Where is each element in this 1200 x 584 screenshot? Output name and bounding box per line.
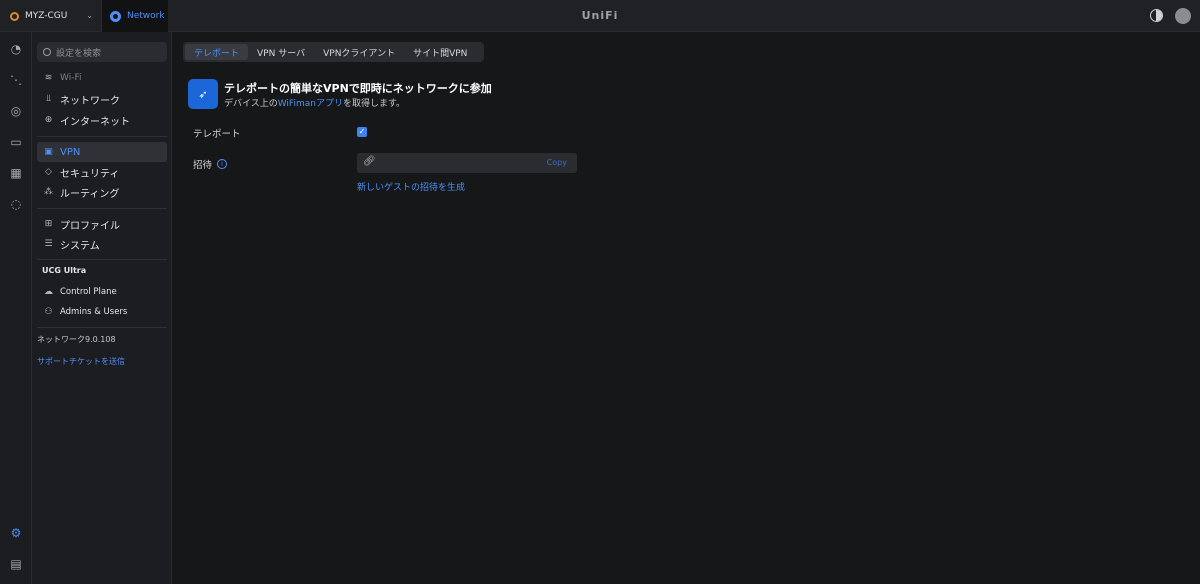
vpn-tabs: テレポート VPN サーバ VPNクライアント サイト間VPN xyxy=(183,42,484,62)
search-input[interactable]: 設定を検索 xyxy=(37,42,167,62)
sidebar-item-label: Control Plane xyxy=(60,287,117,297)
sidebar-item-wifi[interactable]: ≋ Wi-Fi xyxy=(37,68,167,88)
sidebar-item-networks[interactable]: ⫫ ネットワーク xyxy=(37,89,167,109)
profiles-icon: ⊞ xyxy=(44,219,53,229)
shield-icon: ◇ xyxy=(45,167,52,177)
settings-sidebar: 設定を検索 ≋ Wi-Fi ⫫ ネットワーク ⊕ インターネット ▣ VPN ◇… xyxy=(32,32,172,584)
sidebar-item-profiles[interactable]: ⊞ プロファイル xyxy=(37,214,167,234)
routing-icon: ⁂ xyxy=(44,187,53,197)
avatar[interactable] xyxy=(1175,8,1191,24)
alerts-icon[interactable]: ◌ xyxy=(9,197,23,211)
hero-sub-suffix: を取得します。 xyxy=(342,99,406,109)
tab-vpn-server[interactable]: VPN サーバ xyxy=(248,44,314,60)
brand-logo: UniFi xyxy=(581,9,619,22)
insights-icon[interactable]: ▦ xyxy=(9,166,23,180)
divider xyxy=(37,208,167,209)
tab-vpn-client[interactable]: VPNクライアント xyxy=(314,44,404,60)
hero-subtitle: デバイス上のWiFimanアプリを取得します。 xyxy=(224,96,405,109)
sidebar-item-label: VPN xyxy=(60,146,81,158)
invite-link-field[interactable]: 🔗︎ Copy xyxy=(357,153,577,173)
vpn-icon: ▣ xyxy=(44,147,53,157)
users-icon: ⚇ xyxy=(44,307,53,317)
teleport-icon: ➶ xyxy=(188,79,218,109)
sidebar-item-vpn[interactable]: ▣ VPN xyxy=(37,142,167,162)
tab-teleport[interactable]: テレポート xyxy=(185,44,249,60)
top-bar: MYZ-CGU ⌄ Network UniFi xyxy=(0,0,1200,32)
hero-title: テレポートの簡単なVPNで即時にネットワークに参加 xyxy=(224,82,492,95)
teleport-label: テレポート xyxy=(193,129,241,140)
clients-icon[interactable]: ▭ xyxy=(9,135,23,149)
wifi-icon: ≋ xyxy=(44,73,53,83)
sidebar-item-security[interactable]: ◇ セキュリティ xyxy=(37,162,167,182)
sidebar-item-label: インターネット xyxy=(60,116,130,128)
theme-toggle-icon[interactable] xyxy=(1150,9,1163,22)
control-plane-icon: ☁ xyxy=(44,287,53,297)
system-icon: ☰ xyxy=(44,239,53,249)
invite-label: 招待 xyxy=(193,160,213,171)
copy-button[interactable]: Copy xyxy=(547,158,567,167)
support-ticket-link[interactable]: サポートチケットを送信 xyxy=(37,356,125,367)
teleport-checkbox[interactable]: ✓ xyxy=(357,127,367,137)
dashboard-icon[interactable]: ◔ xyxy=(9,42,23,56)
invite-label-row: 招待 i xyxy=(193,157,228,171)
hero-sub-prefix: デバイス上の xyxy=(224,99,278,109)
sidebar-item-label: Wi-Fi xyxy=(60,73,82,83)
sidebar-item-control-plane[interactable]: ☁ Control Plane xyxy=(37,282,167,302)
sidebar-item-system[interactable]: ☰ システム xyxy=(37,234,167,254)
network-icon: ⫫ xyxy=(45,94,52,104)
sidebar-item-admins-users[interactable]: ⚇ Admins & Users xyxy=(37,302,167,322)
divider xyxy=(37,327,167,328)
sidebar-item-label: Admins & Users xyxy=(60,307,128,317)
divider xyxy=(37,136,167,137)
search-placeholder: 設定を検索 xyxy=(56,48,102,59)
generate-guest-invite-link[interactable]: 新しいゲストの招待を生成 xyxy=(357,180,465,193)
link-icon: 🔗︎ xyxy=(363,156,376,167)
sidebar-item-label: プロファイル xyxy=(60,220,120,232)
logs-icon[interactable]: ▤ xyxy=(9,557,23,571)
info-icon[interactable]: i xyxy=(217,159,228,169)
globe-icon: ⊕ xyxy=(44,115,53,125)
icon-rail: ◔ ⋱ ◎ ▭ ▦ ◌ ⚙ ▤ xyxy=(0,32,32,584)
settings-icon[interactable]: ⚙ xyxy=(9,526,23,540)
device-section-heading: UCG Ultra xyxy=(42,266,87,275)
wifiman-app-link[interactable]: WiFimanアプリ xyxy=(278,99,343,109)
sidebar-item-routing[interactable]: ⁂ ルーティング xyxy=(37,182,167,202)
topology-icon[interactable]: ⋱ xyxy=(9,73,23,87)
tab-site-to-site-vpn[interactable]: サイト間VPN xyxy=(404,44,476,60)
devices-icon[interactable]: ◎ xyxy=(9,104,23,118)
sidebar-item-label: セキュリティ xyxy=(60,168,120,180)
sidebar-item-label: システム xyxy=(60,240,100,252)
sidebar-item-internet[interactable]: ⊕ インターネット xyxy=(37,110,167,130)
divider xyxy=(37,259,167,260)
search-icon xyxy=(43,48,51,56)
sidebar-item-label: ネットワーク xyxy=(60,95,120,107)
sidebar-item-label: ルーティング xyxy=(60,188,120,200)
version-text: ネットワーク9.0.108 xyxy=(37,335,116,344)
